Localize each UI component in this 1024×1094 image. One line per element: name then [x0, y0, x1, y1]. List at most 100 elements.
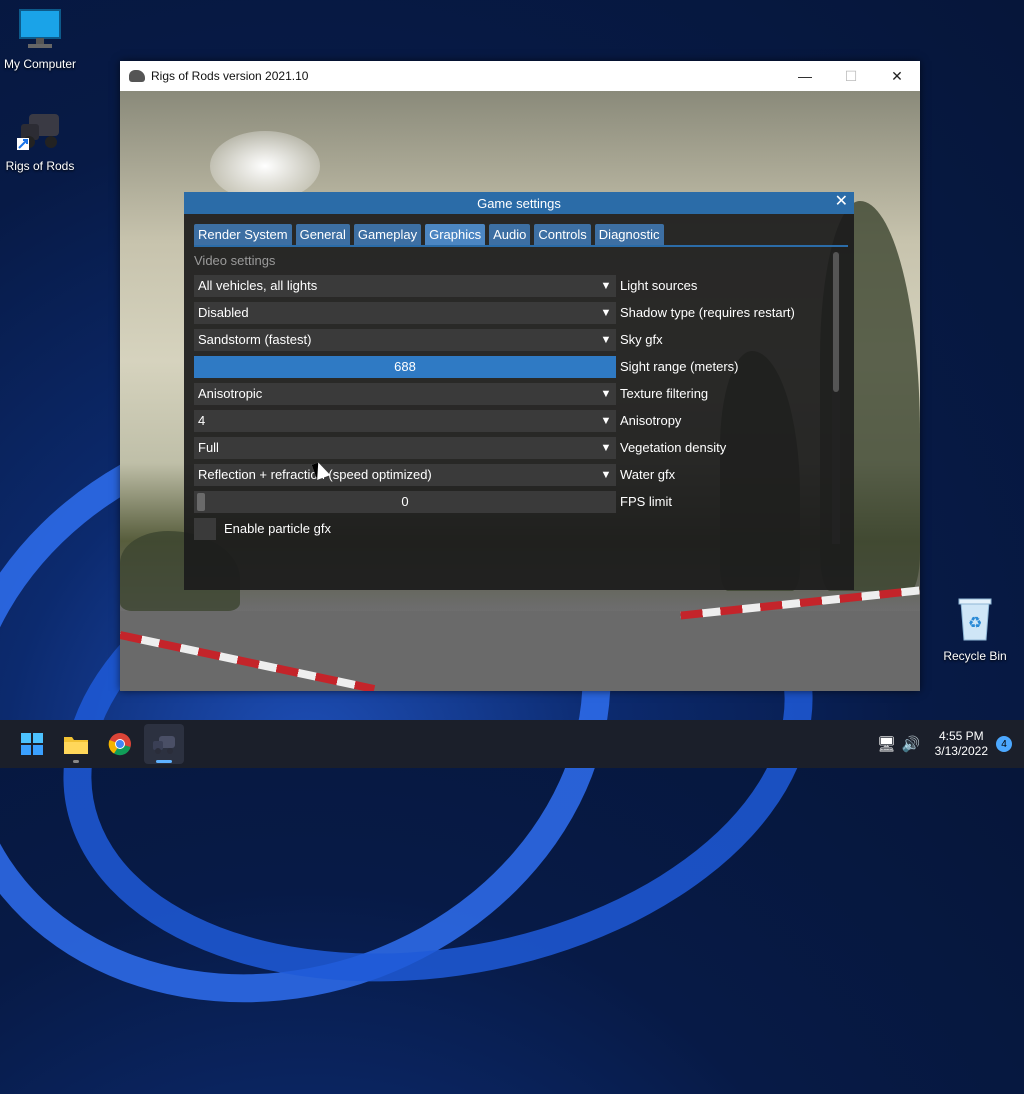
taskbar-indicator [73, 760, 79, 763]
desktop-icon-rigs-of-rods[interactable]: Rigs of Rods [0, 108, 80, 173]
panel-title: Game settings [477, 195, 561, 211]
taskbar-file-explorer[interactable] [56, 724, 96, 764]
dropdown-value: Full [198, 440, 219, 455]
taskbar-indicator [156, 760, 172, 763]
setting-row-sky-gfx: Sandstorm (fastest) ▼ Sky gfx [194, 326, 834, 353]
setting-row-light-sources: All vehicles, all lights ▼ Light sources [194, 272, 834, 299]
dropdown-value: Anisotropic [198, 386, 263, 401]
windows-logo-icon [21, 733, 43, 755]
setting-label: Water gfx [620, 467, 676, 482]
chevron-down-icon: ▼ [600, 468, 612, 481]
setting-row-sight-range: 688 Sight range (meters) [194, 353, 834, 380]
clock[interactable]: 4:55 PM 3/13/2022 [935, 729, 988, 759]
tab-graphics[interactable]: Graphics [425, 224, 486, 245]
setting-label: FPS limit [620, 494, 672, 509]
desktop-icon-label: Recycle Bin [943, 649, 1007, 663]
tab-diagnostic[interactable]: Diagnostic [594, 224, 664, 245]
road [120, 611, 920, 691]
chevron-down-icon: ▼ [600, 387, 612, 400]
network-icon[interactable]: 🖥 [877, 735, 896, 753]
anisotropy-dropdown[interactable]: 4 ▼ [194, 409, 616, 432]
start-button[interactable] [12, 724, 52, 764]
game-settings-panel: Game settings ✕ Render System General Ga… [184, 192, 854, 590]
tab-general[interactable]: General [295, 224, 350, 245]
setting-row-particle-gfx: Enable particle gfx [194, 515, 834, 542]
vegetation-density-dropdown[interactable]: Full ▼ [194, 436, 616, 459]
water-gfx-dropdown[interactable]: Reflection + refraction (speed optimized… [194, 463, 616, 486]
recycle-bin-icon: ♻ [958, 598, 992, 641]
taskbar-rigs-of-rods[interactable] [144, 724, 184, 764]
tab-render-system[interactable]: Render System [194, 224, 292, 245]
maximize-button[interactable]: ☐ [828, 61, 874, 91]
shadow-type-dropdown[interactable]: Disabled ▼ [194, 301, 616, 324]
chevron-down-icon: ▼ [600, 441, 612, 454]
setting-label: Sky gfx [620, 332, 663, 347]
dropdown-value: 4 [198, 413, 206, 428]
panel-titlebar[interactable]: Game settings ✕ [184, 192, 854, 214]
sky-sun [210, 131, 320, 201]
setting-row-fps-limit: 0 FPS limit [194, 488, 834, 515]
notification-badge[interactable]: 4 [996, 736, 1012, 752]
close-window-button[interactable]: ✕ [874, 61, 920, 91]
sight-range-slider[interactable]: 688 [194, 355, 616, 378]
clock-date: 3/13/2022 [934, 744, 988, 758]
dropdown-value: Sandstorm (fastest) [198, 332, 312, 347]
taskbar-chrome[interactable] [100, 724, 140, 764]
setting-label: Texture filtering [620, 386, 709, 401]
desktop-icon-my-computer[interactable]: My Computer [0, 8, 80, 71]
system-tray: 🖥 🔊 4:55 PM 3/13/2022 4 [877, 729, 1024, 759]
tab-controls[interactable]: Controls [534, 224, 591, 245]
scrollbar-thumb[interactable] [833, 252, 839, 392]
setting-label: Shadow type (requires restart) [620, 305, 795, 320]
window-title: Rigs of Rods version 2021.10 [151, 69, 309, 83]
setting-label: Vegetation density [620, 440, 727, 455]
tab-bar: Render System General Gameplay Graphics … [194, 224, 848, 247]
game-viewport[interactable]: Game settings ✕ Render System General Ga… [120, 91, 920, 691]
dropdown-value: Reflection + refraction (speed optimized… [198, 467, 432, 482]
chrome-icon [108, 733, 131, 756]
checkbox-label: Enable particle gfx [224, 521, 331, 536]
setting-label: Anisotropy [620, 413, 682, 428]
setting-label: Sight range (meters) [620, 359, 739, 374]
setting-row-shadow-type: Disabled ▼ Shadow type (requires restart… [194, 299, 834, 326]
app-icon [129, 70, 145, 82]
folder-icon [64, 737, 88, 754]
desktop-icon-label: My Computer [3, 57, 77, 71]
setting-label: Light sources [620, 278, 698, 293]
panel-scrollbar[interactable] [832, 252, 840, 544]
light-sources-dropdown[interactable]: All vehicles, all lights ▼ [194, 274, 616, 297]
section-title: Video settings [194, 253, 276, 268]
settings-list: All vehicles, all lights ▼ Light sources… [194, 272, 834, 542]
tab-audio[interactable]: Audio [489, 224, 531, 245]
taskbar: 🖥 🔊 4:55 PM 3/13/2022 4 [0, 720, 1024, 768]
dropdown-value: All vehicles, all lights [198, 278, 318, 293]
desktop-icon-recycle-bin[interactable]: ♻ Recycle Bin [935, 596, 1015, 663]
slider-value: 0 [401, 494, 409, 509]
game-window: Rigs of Rods version 2021.10 — ☐ ✕ Game … [120, 61, 920, 691]
slider-handle[interactable] [197, 492, 205, 511]
desktop-icon-label: Rigs of Rods [5, 159, 75, 173]
svg-text:♻: ♻ [968, 613, 982, 632]
chevron-down-icon: ▼ [600, 279, 612, 292]
setting-row-vegetation-density: Full ▼ Vegetation density [194, 434, 834, 461]
close-icon[interactable]: ✕ [835, 194, 848, 210]
setting-row-texture-filtering: Anisotropic ▼ Texture filtering [194, 380, 834, 407]
chevron-down-icon: ▼ [600, 414, 612, 427]
chevron-down-icon: ▼ [600, 306, 612, 319]
window-titlebar[interactable]: Rigs of Rods version 2021.10 — ☐ ✕ [120, 61, 920, 91]
setting-row-water-gfx: Reflection + refraction (speed optimized… [194, 461, 834, 488]
sky-gfx-dropdown[interactable]: Sandstorm (fastest) ▼ [194, 328, 616, 351]
setting-row-anisotropy: 4 ▼ Anisotropy [194, 407, 834, 434]
monitor-icon [19, 9, 61, 48]
minimize-button[interactable]: — [782, 61, 828, 91]
slider-value: 688 [394, 359, 416, 374]
tab-gameplay[interactable]: Gameplay [353, 224, 422, 245]
chevron-down-icon: ▼ [600, 333, 612, 346]
fps-limit-slider[interactable]: 0 [194, 490, 616, 513]
volume-icon[interactable]: 🔊 [902, 735, 921, 753]
truck-icon [153, 736, 175, 754]
texture-filtering-dropdown[interactable]: Anisotropic ▼ [194, 382, 616, 405]
particle-gfx-checkbox[interactable] [194, 517, 216, 540]
dropdown-value: Disabled [198, 305, 249, 320]
truck-icon [17, 114, 59, 150]
